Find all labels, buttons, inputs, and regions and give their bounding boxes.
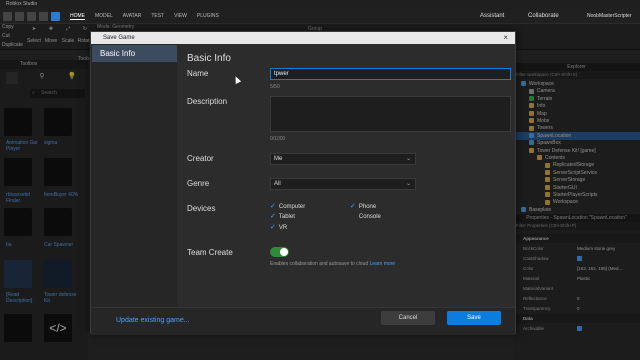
collaborate-button[interactable]: Collaborate: [528, 13, 559, 19]
devices-label: Devices: [187, 204, 216, 213]
check-icon: ✓: [270, 224, 276, 231]
tab-model[interactable]: MODEL: [95, 13, 113, 19]
device-phone-checkbox[interactable]: ✓ Phone: [350, 203, 376, 211]
device-label: VR: [278, 225, 288, 231]
genre-label: Genre: [187, 179, 210, 188]
name-counter: 5/50: [270, 84, 280, 90]
check-icon: ✓: [270, 203, 276, 210]
cancel-button[interactable]: Cancel: [381, 311, 435, 325]
device-tablet-checkbox[interactable]: ✓ Tablet: [270, 213, 295, 221]
tab-home[interactable]: HOME: [70, 13, 85, 20]
device-label: Phone: [358, 204, 377, 210]
section-heading: Basic Info: [187, 53, 231, 64]
unchecked-icon: ✓: [350, 213, 356, 220]
device-label: Computer: [278, 204, 306, 210]
dialog-titlebar: Save Game ×: [91, 32, 515, 44]
toggle-knob: [280, 248, 288, 256]
name-input[interactable]: tpwer: [270, 68, 511, 80]
device-computer-checkbox[interactable]: ✓ Computer: [270, 203, 305, 211]
save-button[interactable]: Save: [447, 311, 501, 325]
device-console-checkbox[interactable]: ✓Console: [350, 213, 381, 221]
chevron-down-icon: ⌄: [405, 156, 411, 162]
learn-more-link[interactable]: Learn more: [370, 261, 396, 267]
user-name[interactable]: NoobMasterScripter: [587, 13, 631, 19]
device-vr-checkbox[interactable]: ✓ VR: [270, 224, 287, 232]
team-create-toggle[interactable]: [270, 247, 289, 257]
chevron-down-icon: ⌄: [405, 181, 411, 187]
save-icon[interactable]: [15, 11, 24, 21]
ribbon-tabs: HOME MODEL AVATAR TEST VIEW PLUGINS Assi…: [0, 9, 640, 23]
play-icon[interactable]: [51, 11, 60, 21]
description-label: Description: [187, 97, 228, 106]
tab-avatar[interactable]: AVATAR: [123, 13, 142, 19]
genre-value: All: [274, 181, 281, 187]
team-create-desc-text: Enables collaboration and autosave to cl…: [270, 261, 369, 267]
file-icon[interactable]: [3, 11, 12, 21]
creator-value: Me: [274, 156, 283, 162]
save-game-dialog: Save Game × Basic Info Basic Info Name t…: [90, 31, 516, 335]
description-input[interactable]: [270, 96, 511, 132]
device-label: Console: [358, 214, 381, 220]
description-counter: 0/1000: [270, 136, 286, 142]
dialog-sidebar: Basic Info: [91, 44, 177, 335]
dialog-title: Save Game: [103, 35, 135, 41]
undo-icon[interactable]: [27, 11, 36, 21]
creator-label: Creator: [187, 154, 214, 163]
dialog-footer: Update existing game... Cancel Save: [91, 307, 515, 335]
tab-view[interactable]: VIEW: [174, 13, 187, 19]
sidebar-item-basic-info[interactable]: Basic Info: [92, 45, 177, 62]
update-existing-game-link[interactable]: Update existing game...: [116, 317, 190, 324]
tab-test[interactable]: TEST: [151, 13, 164, 19]
check-icon: ✓: [350, 203, 356, 210]
team-create-description: Enables collaboration and autosave to cl…: [270, 261, 395, 267]
close-icon[interactable]: ×: [503, 32, 508, 44]
creator-select[interactable]: Me ⌄: [270, 153, 416, 165]
name-label: Name: [187, 69, 209, 78]
check-icon: ✓: [270, 213, 276, 220]
window-titlebar: Roblox Studio: [0, 0, 640, 9]
device-label: Tablet: [278, 214, 295, 220]
genre-select[interactable]: All ⌄: [270, 178, 416, 190]
redo-icon[interactable]: [39, 11, 48, 21]
assistant-button[interactable]: Assistant: [480, 13, 504, 19]
window-title: Roblox Studio: [6, 1, 38, 7]
team-create-label: Team Create: [187, 248, 233, 257]
dialog-main: Basic Info Name tpwer 5/50 Description 0…: [177, 44, 515, 335]
tab-plugins[interactable]: PLUGINS: [197, 13, 219, 19]
